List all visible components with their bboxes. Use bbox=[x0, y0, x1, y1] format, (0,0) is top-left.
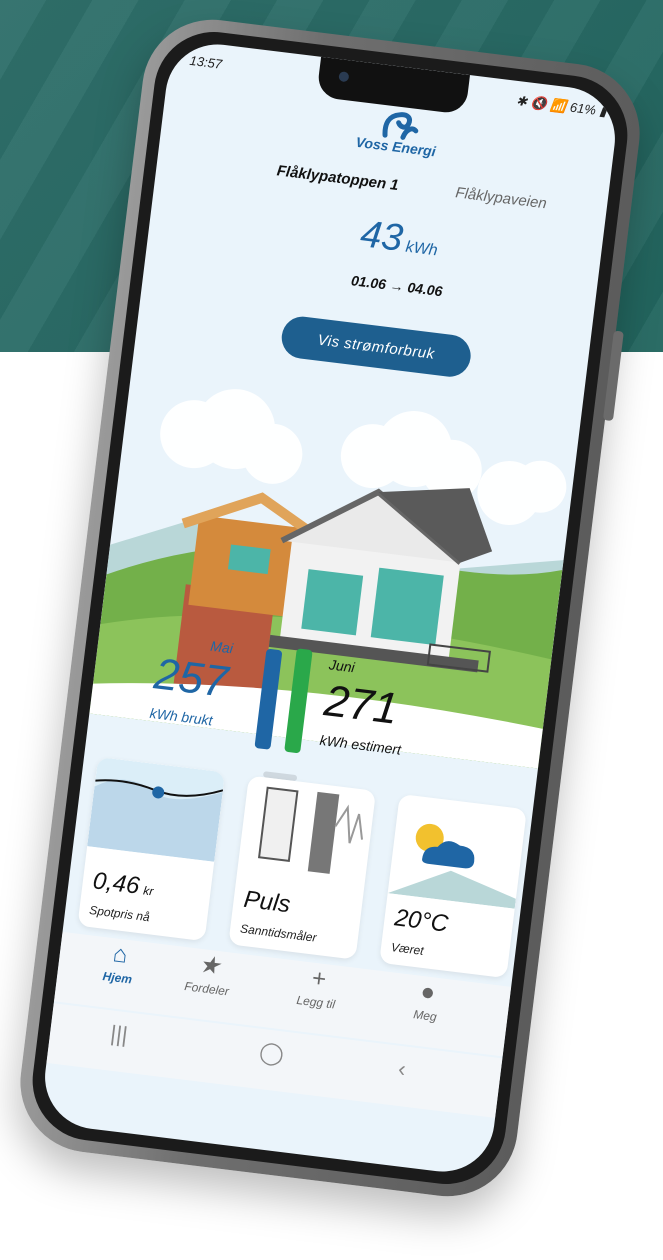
mute-icon: 🔇 bbox=[529, 94, 548, 112]
bluetooth-icon: ✱ bbox=[515, 92, 529, 110]
left-unit-text: kWh brukt bbox=[148, 704, 214, 729]
meter-label: Sanntidsmåler bbox=[239, 921, 318, 945]
meter-value: Puls bbox=[242, 885, 292, 919]
usage-value: 43 bbox=[358, 213, 406, 260]
usage-unit: kWh bbox=[404, 238, 439, 260]
spot-price-label: Spotpris nå bbox=[88, 902, 151, 925]
recent-apps-icon[interactable]: ||| bbox=[109, 1021, 129, 1049]
spot-price-amount: 0,46 bbox=[91, 867, 142, 900]
nav-add[interactable]: + Legg til bbox=[272, 959, 360, 1038]
battery-text: 61% bbox=[569, 99, 597, 118]
battery-icon: ▮ bbox=[598, 103, 608, 119]
front-camera-icon bbox=[338, 71, 350, 83]
tab-current-address[interactable]: Flåklypatoppen 1 bbox=[276, 162, 400, 194]
status-time: 13:57 bbox=[188, 52, 223, 72]
left-usage-bar bbox=[254, 648, 283, 750]
right-unit-text: kWh estimert bbox=[318, 731, 402, 758]
show-consumption-button[interactable]: Vis strømforbruk bbox=[279, 314, 474, 380]
phone-mockup: 13:57 ✱ 🔇 📶 61% ▮ Voss Energi Flåklypato… bbox=[0, 0, 663, 1260]
realtime-meter-card[interactable]: Puls Sanntidsmåler bbox=[228, 775, 377, 960]
back-icon[interactable]: ‹ bbox=[397, 1056, 407, 1083]
right-usage-bar bbox=[284, 648, 313, 754]
weather-temp: 20°C bbox=[393, 904, 450, 938]
phone-device: 13:57 ✱ 🔇 📶 61% ▮ Voss Energi Flåklypato… bbox=[12, 11, 648, 1205]
left-value: 257 bbox=[151, 649, 231, 707]
home-button-icon[interactable]: ◯ bbox=[258, 1039, 285, 1068]
spot-price-card[interactable]: 0,46 kr Spotpris nå bbox=[77, 756, 226, 942]
right-value: 271 bbox=[321, 676, 401, 734]
tab-next-address[interactable]: Flåklypaveien bbox=[455, 184, 548, 212]
wifi-icon: 📶 bbox=[549, 97, 568, 115]
weather-card[interactable]: 20°C Været bbox=[379, 793, 527, 979]
weather-label: Været bbox=[390, 940, 425, 958]
status-icons: ✱ 🔇 📶 61% ▮ bbox=[515, 93, 607, 120]
meter-icon bbox=[257, 786, 364, 874]
brand-logo: Voss Energi bbox=[349, 101, 445, 168]
spot-price-value: 0,46 kr bbox=[91, 867, 155, 902]
nav-benefits[interactable]: ★ Fordeler bbox=[163, 945, 251, 1024]
nav-home[interactable]: ⌂ Hjem bbox=[74, 934, 162, 1013]
right-month-label: Juni bbox=[328, 656, 356, 676]
weather-icon bbox=[387, 823, 516, 909]
price-graph-icon bbox=[87, 756, 226, 862]
left-month-label: Mai bbox=[209, 637, 234, 657]
nav-me[interactable]: ● Meg bbox=[382, 972, 470, 1051]
spot-price-unit: kr bbox=[142, 883, 155, 899]
